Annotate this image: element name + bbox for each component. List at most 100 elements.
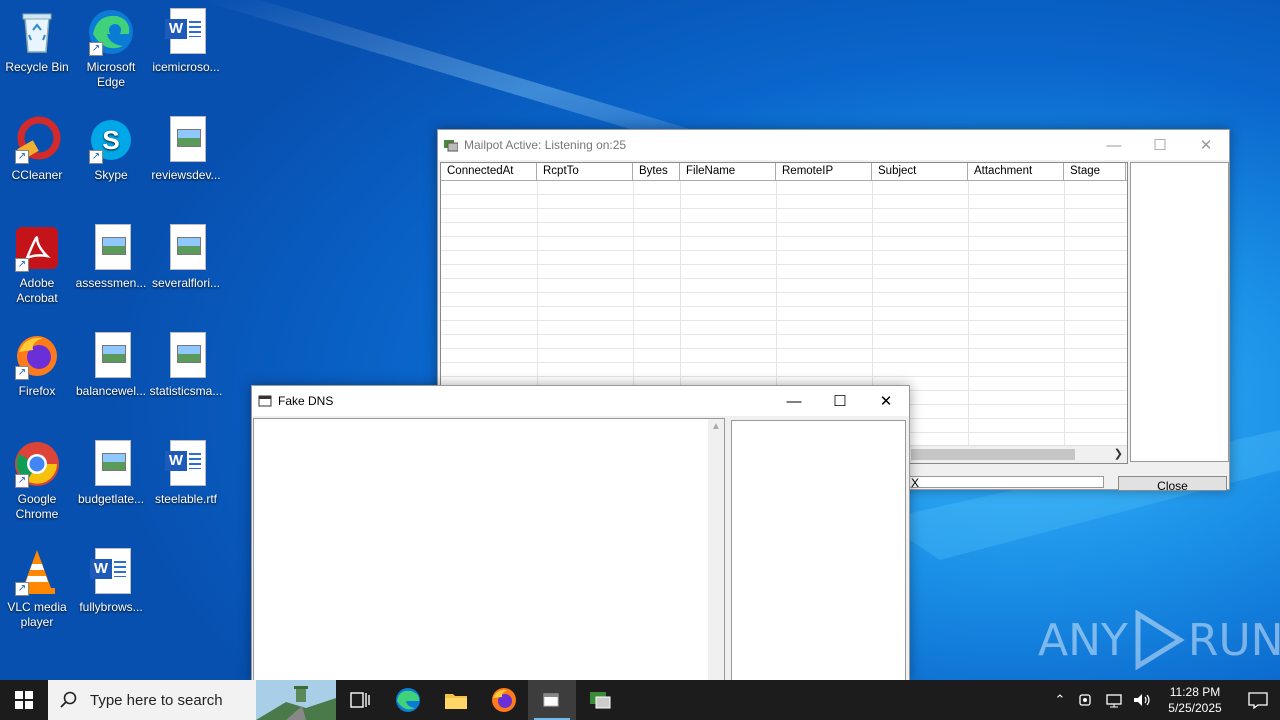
desktop-icon-steelable[interactable]: W steelable.rtf — [149, 440, 223, 507]
watermark-text-left: ANY — [1038, 614, 1128, 666]
desktop-icon-label: Adobe Acrobat — [16, 276, 58, 305]
taskbar: Type here to search ⌃ 11:28 PM 5/25/2025 — [0, 680, 1280, 720]
image-file-icon — [87, 332, 135, 380]
column-divider — [1064, 181, 1065, 463]
desktop-icon-adobe-acrobat[interactable]: ↗ Adobe Acrobat — [0, 224, 74, 306]
search-icon — [60, 691, 77, 708]
close-button[interactable]: ✕ — [863, 386, 909, 416]
scroll-right-arrow-icon[interactable]: ❯ — [1114, 446, 1123, 463]
desktop-icon-skype[interactable]: S ↗ Skype — [74, 116, 148, 183]
image-file-icon — [162, 116, 210, 164]
column-header[interactable]: ConnectedAt — [441, 163, 537, 180]
scroll-up-arrow-icon[interactable]: ▲ — [711, 421, 721, 432]
start-button[interactable] — [0, 680, 48, 720]
desktop-icon-fullybrows[interactable]: W fullybrows... — [74, 548, 148, 615]
maximize-button[interactable]: ☐ — [1137, 130, 1183, 160]
shortcut-arrow-icon: ↗ — [15, 582, 29, 596]
desktop-icon-label: VLC media player — [7, 600, 67, 629]
firefox-icon: ↗ — [13, 332, 61, 380]
volume-icon[interactable] — [1130, 692, 1154, 708]
taskbar-mailpot-button[interactable] — [576, 680, 624, 720]
taskbar-search-box[interactable]: Type here to search — [48, 680, 336, 720]
column-header[interactable]: Stage — [1064, 163, 1126, 180]
clock-time: 11:28 PM — [1169, 685, 1221, 699]
fakedns-app-icon — [258, 394, 272, 408]
fakedns-window[interactable]: Fake DNS — ☐ ✕ ▲ — [251, 385, 910, 682]
system-tray: ⌃ 11:28 PM 5/25/2025 — [1048, 680, 1280, 720]
desktop-icon-label: fullybrows... — [79, 600, 143, 614]
desktop-icon-icemicroso[interactable]: W icemicroso... — [149, 8, 223, 75]
network-icon[interactable] — [1102, 692, 1126, 708]
fakedns-titlebar[interactable]: Fake DNS — ☐ ✕ — [252, 386, 909, 416]
desktop-icon-label: Google Chrome — [15, 492, 59, 521]
desktop-icon-label: icemicroso... — [152, 60, 220, 74]
taskbar-fakedns-button[interactable] — [528, 680, 576, 720]
shortcut-arrow-icon: ↗ — [15, 366, 29, 380]
desktop-icon-label: reviewsdev... — [151, 168, 221, 182]
desktop-icon-statisticsma[interactable]: statisticsma... — [149, 332, 223, 399]
desktop-icon-vlc[interactable]: ↗ VLC media player — [0, 548, 74, 630]
table-header: ConnectedAt RcptTo Bytes FileName Remote… — [441, 163, 1127, 181]
close-button[interactable]: ✕ — [1183, 130, 1229, 160]
play-triangle-icon — [1135, 610, 1185, 670]
desktop-icon-recycle-bin[interactable]: Recycle Bin — [0, 8, 74, 75]
column-header[interactable]: RcptTo — [537, 163, 633, 180]
mailpot-titlebar[interactable]: Mailpot Active: Listening on:25 — ☐ ✕ — [438, 130, 1229, 160]
minimize-button[interactable]: — — [771, 386, 817, 416]
column-header[interactable]: Bytes — [633, 163, 680, 180]
task-view-button[interactable] — [336, 680, 384, 720]
meet-now-icon[interactable] — [1074, 692, 1098, 708]
shortcut-arrow-icon: ↗ — [15, 150, 29, 164]
taskbar-edge-button[interactable] — [384, 680, 432, 720]
svg-text:S: S — [102, 125, 119, 155]
desktop-icon-ccleaner[interactable]: ↗ CCleaner — [0, 116, 74, 183]
shortcut-arrow-icon: ↗ — [15, 258, 29, 272]
fakedns-detail-pane[interactable] — [731, 420, 906, 682]
acrobat-icon: ↗ — [13, 224, 61, 272]
desktop-icon-label: Firefox — [18, 384, 56, 398]
desktop-icon-label: balancewel... — [75, 384, 147, 398]
chrome-icon: ↗ — [13, 440, 61, 488]
column-header[interactable]: RemoteIP — [776, 163, 872, 180]
desktop-icon-assessment[interactable]: assessmen... — [74, 224, 148, 291]
column-header[interactable]: Subject — [872, 163, 968, 180]
desktop-icon-microsoft-edge[interactable]: ↗ Microsoft Edge — [74, 8, 148, 90]
desktop-icon-google-chrome[interactable]: ↗ Google Chrome — [0, 440, 74, 522]
minimize-button[interactable]: — — [1091, 130, 1137, 160]
desktop-icon-reviewsdev[interactable]: reviewsdev... — [149, 116, 223, 183]
word-document-icon: W — [162, 8, 210, 56]
image-file-icon — [162, 224, 210, 272]
fakedns-log-pane[interactable]: ▲ — [253, 418, 725, 682]
search-highlight-image-icon — [256, 680, 336, 720]
image-file-icon — [162, 332, 210, 380]
desktop-icon-label: steelable.rtf — [154, 492, 218, 506]
edge-icon — [396, 688, 420, 712]
edge-icon: ↗ — [87, 8, 135, 56]
fakedns-title: Fake DNS — [278, 394, 334, 408]
show-hidden-icons-chevron-icon[interactable]: ⌃ — [1048, 692, 1072, 708]
windows-logo-icon — [15, 691, 33, 709]
mailpot-detail-pane[interactable] — [1130, 162, 1229, 462]
clock[interactable]: 11:28 PM 5/25/2025 — [1156, 684, 1234, 716]
desktop-icon-balancewel[interactable]: balancewel... — [74, 332, 148, 399]
vlc-cone-icon: ↗ — [13, 548, 61, 596]
desktop-icon-label: statisticsma... — [149, 384, 223, 398]
column-header[interactable]: Attachment — [968, 163, 1064, 180]
desktop-icon-budgetlate[interactable]: budgetlate... — [74, 440, 148, 507]
mailpot-title: Mailpot Active: Listening on:25 — [464, 138, 627, 152]
vertical-scrollbar[interactable]: ▲ — [708, 419, 724, 681]
taskbar-file-explorer-button[interactable] — [432, 680, 480, 720]
ccleaner-icon: ↗ — [13, 116, 61, 164]
taskbar-firefox-button[interactable] — [480, 680, 528, 720]
maximize-button[interactable]: ☐ — [817, 386, 863, 416]
recycle-bin-icon — [13, 8, 61, 56]
mailpot-close-button[interactable]: Close — [1118, 476, 1227, 491]
notifications-icon[interactable] — [1236, 690, 1280, 710]
desktop-icon-firefox[interactable]: ↗ Firefox — [0, 332, 74, 399]
desktop-icon-label: assessmen... — [75, 276, 147, 290]
column-header[interactable]: FileName — [680, 163, 776, 180]
desktop-icon-label: budgetlate... — [77, 492, 145, 506]
desktop-icon-severalflori[interactable]: severalflori... — [149, 224, 223, 291]
desktop-icon-label: Skype — [94, 168, 128, 182]
scrollbar-thumb[interactable] — [911, 449, 1075, 460]
